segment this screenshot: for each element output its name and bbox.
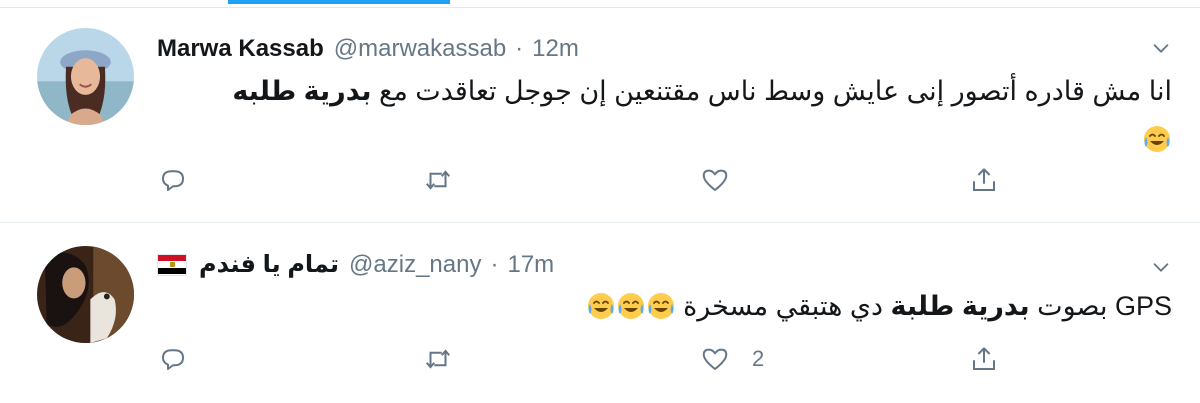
retweet-button[interactable] — [423, 165, 453, 195]
tweet-text-plain: GPS بصوت — [1029, 291, 1172, 321]
tweet-timestamp[interactable]: 17m — [507, 251, 554, 279]
retweet-icon — [425, 349, 451, 369]
share-icon — [973, 168, 995, 191]
tweet-text: GPS بصوت بدرية طلبة دي هتبقي مسخرة — [150, 286, 1172, 326]
share-icon — [973, 347, 995, 370]
chevron-down-icon[interactable] — [1150, 256, 1172, 278]
reply-icon — [162, 170, 184, 191]
separator-dot: · — [515, 35, 524, 62]
active-tab-indicator — [228, 0, 450, 4]
like-count: 2 — [752, 346, 765, 371]
like-button[interactable] — [700, 165, 730, 195]
tweet-text-after: دي هتبقي مسخرة — [675, 291, 891, 321]
avatar[interactable] — [37, 28, 134, 125]
face-with-tears-of-joy-icon — [586, 291, 616, 321]
heart-icon — [702, 169, 728, 191]
face-with-tears-of-joy-icon — [1142, 124, 1172, 154]
tweet[interactable]: تمام يا فندم @aziz_nany · 17m GPS بصوت ب… — [0, 224, 1200, 403]
like-button[interactable]: 2 — [700, 344, 764, 374]
tweet-timestamp[interactable]: 12m — [532, 35, 579, 63]
tweet-text: انا مش قادره أتصور إنى عايش وسط ناس مقتن… — [150, 71, 1172, 159]
egypt-flag-icon — [157, 253, 187, 276]
author-handle[interactable]: @aziz_nany — [349, 251, 481, 279]
author-name[interactable]: تمام يا فندم — [199, 250, 339, 279]
retweet-button[interactable] — [423, 344, 453, 374]
share-button[interactable] — [969, 344, 999, 374]
tweet-actions: 2 — [0, 344, 1200, 384]
avatar[interactable] — [37, 246, 134, 343]
tweet-text-plain: انا مش قادره أتصور إنى عايش وسط ناس مقتن… — [371, 76, 1172, 106]
tweet-header: تمام يا فندم @aziz_nany · 17m — [157, 250, 554, 279]
author-handle[interactable]: @marwakassab — [334, 35, 506, 63]
reply-button[interactable] — [158, 344, 188, 374]
face-with-tears-of-joy-icon — [646, 291, 676, 321]
tweet-actions — [0, 165, 1200, 205]
chevron-down-icon[interactable] — [1150, 37, 1172, 59]
reply-button[interactable] — [158, 165, 188, 195]
share-button[interactable] — [969, 165, 999, 195]
face-with-tears-of-joy-icon — [616, 291, 646, 321]
tweet-text-bold: بدرية طلبه — [232, 76, 372, 106]
emoji-line — [150, 119, 1172, 159]
reply-icon — [162, 349, 184, 370]
top-tab-strip — [0, 0, 1200, 8]
tweet[interactable]: Marwa Kassab @marwakassab · 12m انا مش ق… — [0, 9, 1200, 223]
tweet-header: Marwa Kassab @marwakassab · 12m — [157, 35, 579, 63]
heart-icon — [702, 348, 728, 370]
author-name[interactable]: Marwa Kassab — [157, 35, 324, 63]
retweet-icon — [425, 170, 451, 190]
separator-dot: · — [490, 250, 499, 278]
tweet-text-bold: بدرية طلبة — [890, 291, 1030, 321]
